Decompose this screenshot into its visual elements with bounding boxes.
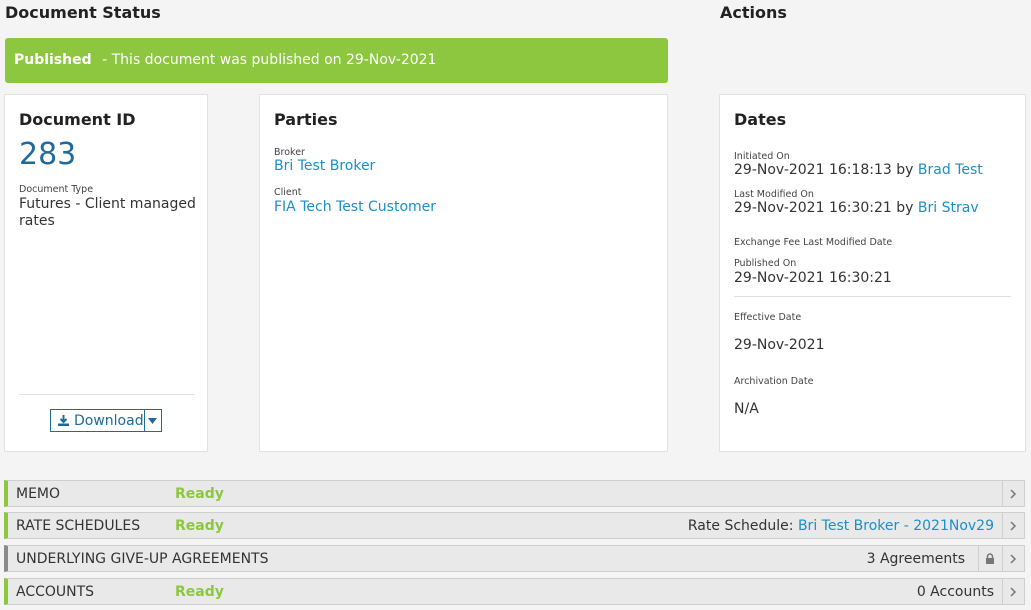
divider (734, 296, 1011, 297)
modified-value: 29-Nov-2021 16:30:21 by Bri Strav (734, 200, 979, 216)
chevron-right-icon[interactable] (1002, 513, 1024, 538)
initiated-by-link[interactable]: Brad Test (918, 162, 983, 178)
initiated-label: Initiated On (734, 151, 790, 162)
banner-text: - This document was published on 29-Nov-… (97, 52, 437, 68)
section-memo[interactable]: MEMO Ready (4, 480, 1025, 507)
divider (19, 394, 195, 395)
document-type-label: Document Type (19, 184, 94, 195)
archivation-value: N/A (734, 401, 759, 417)
modified-by-link[interactable]: Bri Strav (918, 200, 979, 216)
agreements-count: 3 Agreements (866, 551, 965, 567)
status-ready: Ready (175, 584, 224, 600)
initiated-datetime: 29-Nov-2021 16:18:13 by (734, 162, 914, 178)
download-icon (58, 415, 69, 426)
client-label: Client (274, 187, 302, 198)
status-ready: Ready (175, 518, 224, 534)
download-main[interactable]: Download (51, 413, 144, 429)
broker-link[interactable]: Bri Test Broker (274, 158, 375, 174)
document-type-value: Futures - Client managed rates (19, 196, 196, 229)
broker-label: Broker (274, 147, 305, 158)
chevron-right-icon[interactable] (1002, 579, 1024, 604)
download-dropdown-toggle[interactable] (143, 410, 161, 431)
section-label: ACCOUNTS (16, 584, 95, 600)
parties-title: Parties (274, 110, 338, 129)
published-value: 29-Nov-2021 16:30:21 (734, 270, 892, 286)
caret-down-icon (148, 417, 158, 424)
document-status-heading: Document Status (5, 3, 161, 22)
document-id-value: 283 (19, 137, 77, 172)
published-banner: Published - This document was published … (5, 38, 668, 83)
section-label: UNDERLYING GIVE-UP AGREEMENTS (16, 551, 269, 567)
download-button[interactable]: Download (50, 409, 162, 432)
chevron-right-icon[interactable] (1002, 481, 1024, 506)
effective-value: 29-Nov-2021 (734, 337, 825, 353)
modified-label: Last Modified On (734, 189, 814, 200)
banner-status: Published (14, 52, 92, 68)
modified-datetime: 29-Nov-2021 16:30:21 by (734, 200, 914, 216)
dates-title: Dates (734, 110, 787, 129)
actions-heading: Actions (720, 3, 787, 22)
rate-schedule-info: Rate Schedule: Bri Test Broker - 2021Nov… (688, 518, 994, 534)
section-label: RATE SCHEDULES (16, 518, 141, 534)
published-label: Published On (734, 258, 797, 269)
dates-card: Dates Initiated On 29-Nov-2021 16:18:13 … (719, 94, 1026, 452)
section-accounts[interactable]: ACCOUNTS Ready 0 Accounts (4, 578, 1025, 605)
lock-icon (978, 546, 1000, 571)
status-ready: Ready (175, 486, 224, 502)
document-id-title: Document ID (19, 110, 136, 129)
archivation-label: Archivation Date (734, 376, 814, 387)
document-id-card: Document ID 283 Document Type Futures - … (4, 94, 208, 452)
section-rate-schedules[interactable]: RATE SCHEDULES Ready Rate Schedule: Bri … (4, 512, 1025, 539)
rate-schedule-label: Rate Schedule: (687, 518, 794, 534)
download-label: Download (74, 412, 144, 429)
initiated-value: 29-Nov-2021 16:18:13 by Brad Test (734, 162, 983, 178)
effective-label: Effective Date (734, 312, 802, 323)
accounts-count: 0 Accounts (916, 584, 994, 600)
exchange-fee-label: Exchange Fee Last Modified Date (734, 237, 893, 248)
rate-schedule-link[interactable]: Bri Test Broker - 2021Nov29 (798, 518, 994, 534)
section-label: MEMO (16, 486, 61, 502)
chevron-right-icon[interactable] (1002, 546, 1024, 571)
section-give-up-agreements[interactable]: UNDERLYING GIVE-UP AGREEMENTS 3 Agreemen… (4, 545, 1025, 572)
parties-card: Parties Broker Bri Test Broker Client FI… (259, 94, 668, 452)
client-link[interactable]: FIA Tech Test Customer (274, 199, 436, 215)
